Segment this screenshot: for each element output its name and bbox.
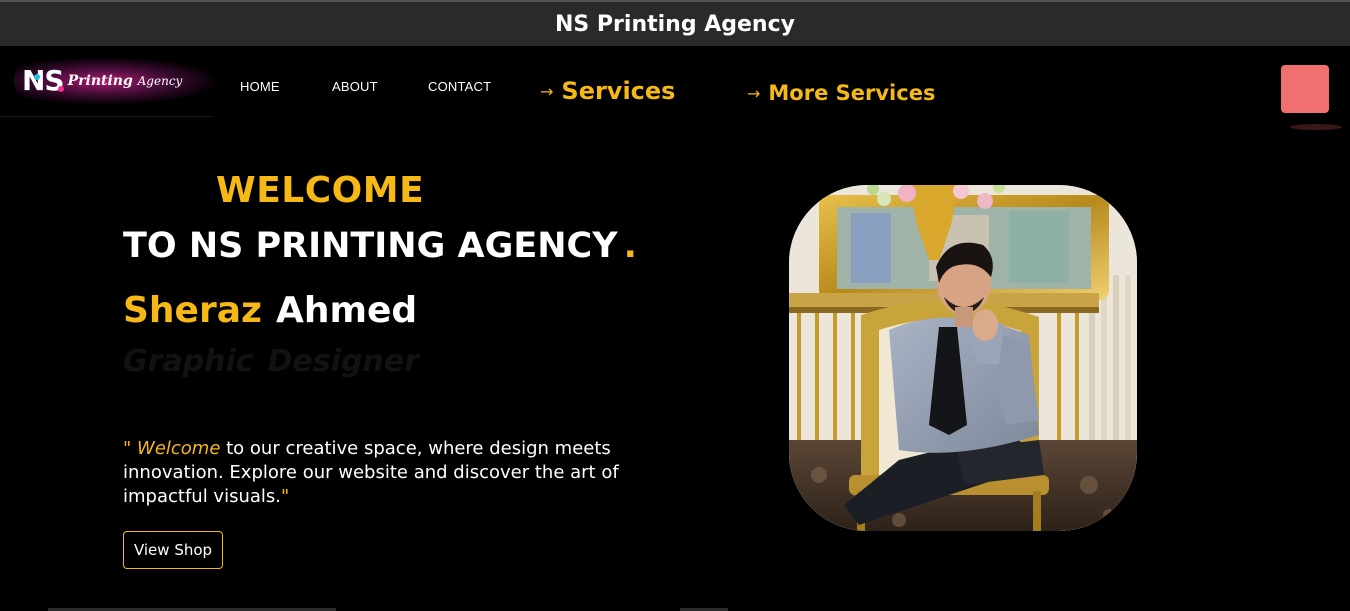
nav-link-about[interactable]: ABOUT: [332, 79, 378, 94]
logo-dot-cyan-icon: [34, 74, 40, 80]
nav-link-home[interactable]: HOME: [240, 79, 280, 94]
designer-first-name: Sheraz: [123, 290, 262, 331]
arrow-right-icon: →: [540, 81, 554, 101]
header-divider: [0, 116, 213, 117]
designer-portrait-image: [789, 185, 1137, 531]
designer-last-name: Ahmed: [275, 290, 418, 331]
logo-sub: Agency: [137, 74, 183, 88]
logo-mark: NS: [22, 64, 65, 97]
nav-services-link[interactable]: → Services: [540, 77, 675, 105]
role-word-2: Designer: [267, 344, 419, 379]
portrait-illustration: [789, 185, 1137, 531]
designer-name: Sheraz Ahmed: [123, 290, 417, 331]
logo-dot-pink-icon: [58, 86, 64, 92]
quote-close: ": [280, 486, 290, 507]
logo-wordmark: Printing Agency: [68, 73, 183, 89]
top-navbar: NS Printing Agency HOME ABOUT CONTACT → …: [0, 46, 1350, 118]
hero-subheading-text: TO NS PRINTING AGENCY: [123, 226, 618, 266]
role-word-1: Graphic: [123, 344, 254, 379]
menu-toggle-button[interactable]: [1281, 65, 1329, 113]
nav-more-services-link[interactable]: → More Services: [747, 81, 935, 105]
view-shop-button[interactable]: View Shop: [123, 531, 223, 569]
menu-toggle-shadow: [1290, 124, 1342, 130]
nav-services-label: Services: [561, 77, 676, 105]
accent-dot: .: [623, 226, 637, 266]
nav-more-services-label: More Services: [768, 81, 936, 105]
intro-highlight: Welcome: [137, 438, 221, 459]
hero-intro-text: " Welcome to our creative space, where d…: [123, 437, 683, 509]
designer-role: Graphic Designer: [123, 344, 419, 379]
hero-welcome-heading: WELCOME: [216, 170, 425, 211]
brand-logo[interactable]: NS Printing Agency: [14, 58, 214, 104]
nav-link-contact[interactable]: CONTACT: [428, 79, 491, 94]
hero-subheading: TO NS PRINTING AGENCY.: [123, 226, 637, 266]
window-title: NS Printing Agency: [555, 11, 795, 37]
window-title-bar: NS Printing Agency: [0, 0, 1350, 46]
arrow-right-icon: →: [747, 83, 761, 103]
logo-word: Printing: [67, 73, 133, 89]
